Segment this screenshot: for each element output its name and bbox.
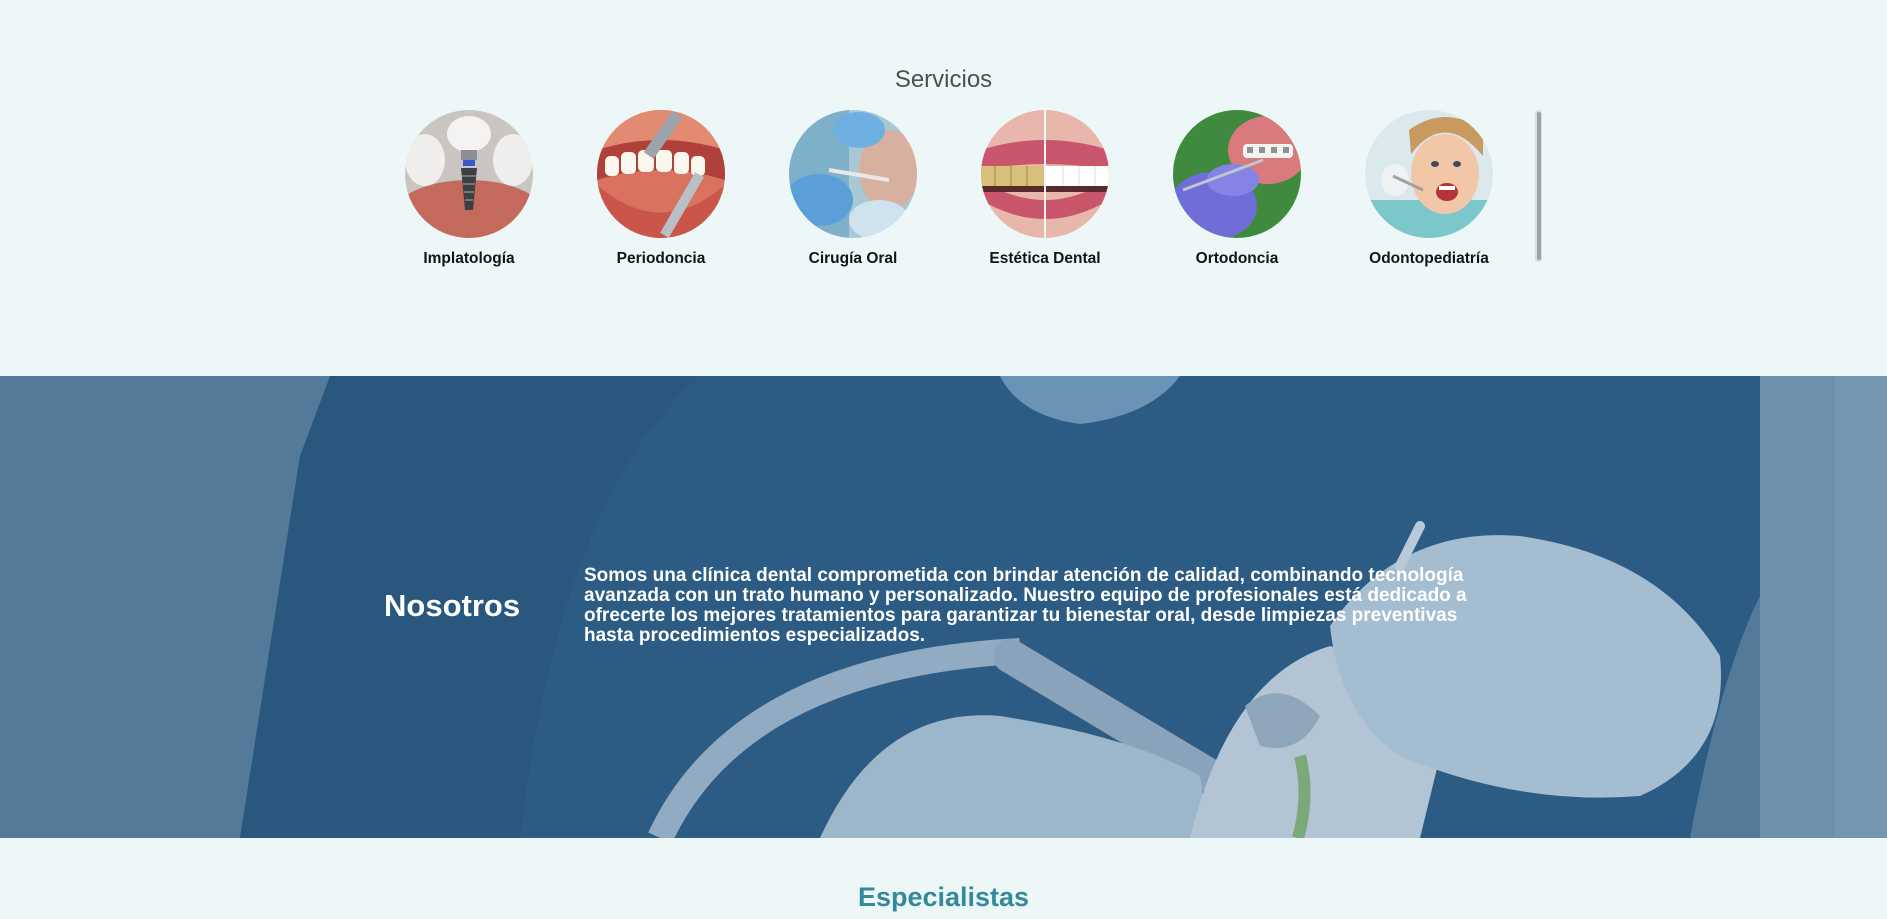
specialists-title: Especialistas xyxy=(857,882,1030,912)
service-card-implantologia[interactable]: Implatología xyxy=(389,110,549,268)
child-dentist-image xyxy=(1365,110,1493,238)
service-card-ortodoncia[interactable]: Ortodoncia xyxy=(1157,110,1317,268)
oral-surgery-image xyxy=(789,110,917,238)
about-section: Nosotros Somos una clínica dental compro… xyxy=(0,376,1887,838)
dental-implant-image xyxy=(405,110,533,238)
gum-cleaning-image xyxy=(597,110,725,238)
service-label: Periodoncia xyxy=(616,250,706,267)
services-section: Servicios Implatología Periodoncia Cirug… xyxy=(0,0,1887,376)
teeth-whitening-image xyxy=(981,110,1109,238)
services-title: Servicios xyxy=(894,66,993,93)
service-card-cirugia-oral[interactable]: Cirugía Oral xyxy=(773,110,933,268)
service-card-periodoncia[interactable]: Periodoncia xyxy=(581,110,741,268)
braces-image xyxy=(1173,110,1301,238)
carousel-scrollbar-thumb[interactable] xyxy=(1537,112,1541,260)
service-label: Ortodoncia xyxy=(1195,250,1279,267)
service-label: Implatología xyxy=(423,250,515,267)
specialists-section: Especialistas xyxy=(0,838,1887,919)
service-card-odontopediatria[interactable]: Odontopediatría xyxy=(1349,110,1509,268)
about-title: Nosotros xyxy=(384,588,521,623)
about-description: Somos una clínica dental comprometida co… xyxy=(584,565,1467,646)
services-carousel[interactable]: Implatología Periodoncia Cirugía Oral Es… xyxy=(389,106,1549,268)
service-label: Cirugía Oral xyxy=(808,250,898,267)
service-label: Odontopediatría xyxy=(1369,250,1489,267)
service-label: Estética Dental xyxy=(989,250,1101,267)
service-card-estetica-dental[interactable]: Estética Dental xyxy=(965,110,1125,268)
